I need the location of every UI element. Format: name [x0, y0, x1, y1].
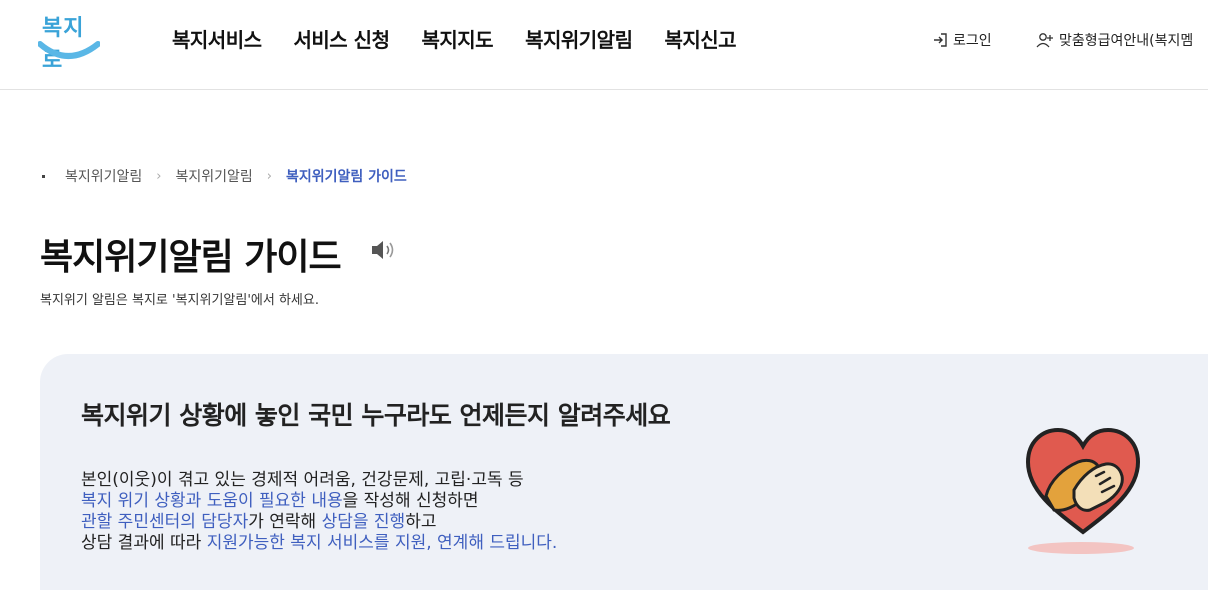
chevron-right-icon: ›	[156, 168, 162, 184]
page-title: 복지위기알림 가이드	[40, 237, 342, 278]
panel-line-3: 관할 주민센터의 담당자가 연락해 상담을 진행하고	[81, 512, 557, 533]
plain-text: 가 연락해	[248, 512, 322, 532]
panel-title: 복지위기 상황에 놓인 국민 누구라도 언제든지 알려주세요	[81, 401, 671, 430]
plain-text: 을 작성해 신청하면	[342, 491, 479, 511]
chevron-right-icon: ›	[266, 168, 272, 184]
login-link[interactable]: 로그인	[932, 30, 992, 50]
breadcrumb-item-1[interactable]: 복지위기알림	[65, 166, 142, 186]
custom-benefit-label: 맞춤형급여안내(복지멤	[1059, 33, 1194, 49]
highlight-text: 상담을 진행	[321, 512, 406, 532]
main-nav: 복지서비스 서비스 신청 복지지도 복지위기알림 복지신고	[172, 24, 737, 53]
logo-smile-icon	[38, 41, 100, 59]
login-icon	[934, 33, 947, 47]
login-label: 로그인	[953, 33, 992, 49]
breadcrumb: 복지위기알림 › 복지위기알림 › 복지위기알림 가이드	[42, 166, 407, 186]
heart-shadow	[1028, 542, 1134, 554]
user-add-icon	[1036, 33, 1053, 48]
nav-welfare-map[interactable]: 복지지도	[421, 24, 493, 53]
plain-text: 하고	[405, 512, 437, 532]
nav-crisis-alert[interactable]: 복지위기알림	[525, 24, 633, 53]
site-logo[interactable]: 복지로	[38, 8, 102, 73]
highlight-text: 지원가능한 복지 서비스를 지원, 연계해 드립니다.	[206, 533, 558, 553]
panel-line-2: 복지 위기 상황과 도움이 필요한 내용을 작성해 신청하면	[81, 491, 557, 512]
heart-hands-icon	[1024, 426, 1142, 562]
panel-line-1: 본인(이웃)이 겪고 있는 경제적 어려움, 건강문제, 고립·고독 등	[81, 470, 524, 490]
speaker-icon[interactable]	[370, 238, 398, 266]
info-panel: 복지위기 상황에 놓인 국민 누구라도 언제든지 알려주세요 본인(이웃)이 겪…	[40, 354, 1208, 590]
site-header: 복지로 복지서비스 서비스 신청 복지지도 복지위기알림 복지신고 로그인 맞춤…	[0, 0, 1208, 90]
nav-service-apply[interactable]: 서비스 신청	[294, 24, 390, 53]
plain-text: 상담 결과에 따라	[81, 533, 207, 553]
breadcrumb-current: 복지위기알림 가이드	[285, 169, 407, 185]
panel-line-4: 상담 결과에 따라 지원가능한 복지 서비스를 지원, 연계해 드립니다.	[81, 533, 557, 554]
breadcrumb-item-2[interactable]: 복지위기알림	[175, 166, 252, 186]
home-dot-icon	[42, 174, 45, 178]
page-description: 복지위기 알림은 복지로 '복지위기알림'에서 하세요.	[40, 293, 319, 308]
highlight-text: 복지 위기 상황과 도움이 필요한 내용	[81, 491, 343, 511]
panel-body: 본인(이웃)이 겪고 있는 경제적 어려움, 건강문제, 고립·고독 등 복지 …	[81, 470, 557, 554]
nav-welfare-report[interactable]: 복지신고	[664, 24, 736, 53]
highlight-text: 관할 주민센터의 담당자	[81, 512, 249, 532]
nav-welfare-service[interactable]: 복지서비스	[172, 24, 262, 53]
custom-benefit-link[interactable]: 맞춤형급여안내(복지멤	[1036, 30, 1193, 50]
